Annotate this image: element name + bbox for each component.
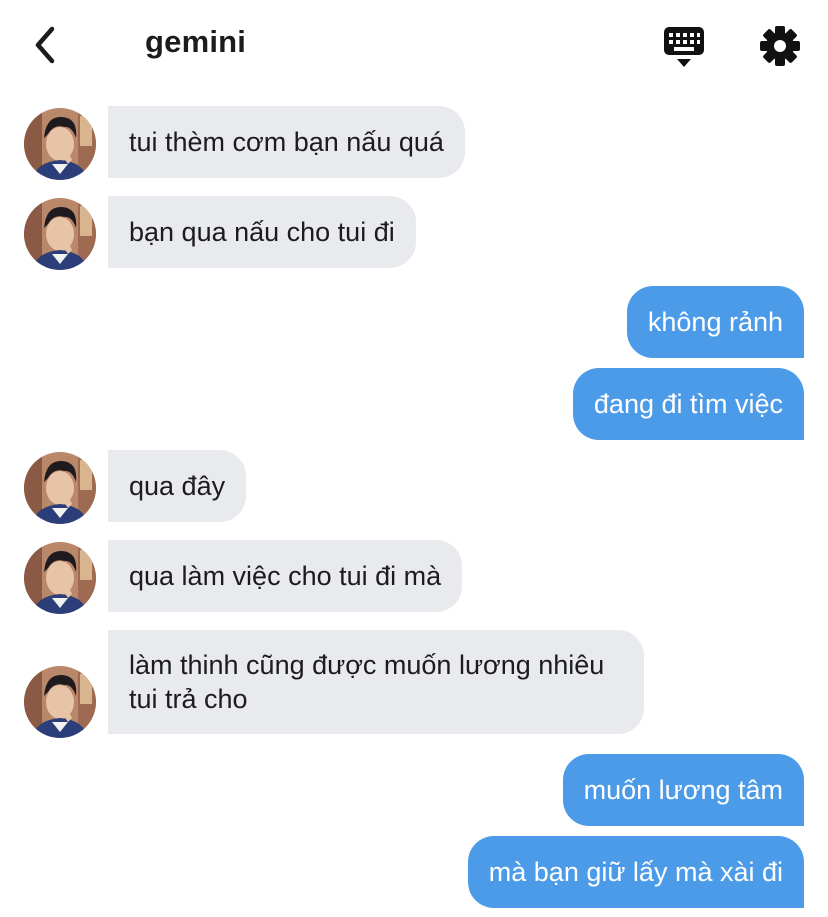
back-button[interactable] [22, 20, 68, 70]
message-bubble-outgoing[interactable]: muốn lương tâm [562, 754, 804, 826]
keyboard-icon [664, 27, 704, 67]
message-bubble-incoming[interactable]: qua làm việc cho tui đi mà [108, 540, 463, 612]
avatar[interactable] [24, 666, 96, 738]
avatar-image [24, 108, 96, 180]
message-bubble-incoming[interactable]: tui thèm cơm bạn nấu quá [108, 106, 465, 178]
message-bubble-incoming[interactable]: bạn qua nấu cho tui đi [108, 196, 416, 268]
message-bubble-incoming[interactable]: qua đây [108, 450, 247, 522]
avatar[interactable] [24, 108, 96, 180]
chat-title: gemini [145, 24, 247, 59]
gear-icon [760, 26, 800, 66]
avatar[interactable] [24, 542, 96, 614]
avatar[interactable] [24, 198, 96, 270]
message-bubble-outgoing[interactable]: không rảnh [626, 286, 804, 358]
chat-header: gemini [0, 0, 828, 92]
keyboard-button[interactable] [660, 24, 708, 70]
avatar-image [24, 452, 96, 524]
avatar[interactable] [24, 452, 96, 524]
avatar-image [24, 542, 96, 614]
message-bubble-incoming[interactable]: làm thinh cũng được muốn lương nhiêu tui… [108, 630, 644, 734]
message-bubble-outgoing[interactable]: đang đi tìm việc [572, 368, 804, 440]
message-bubble-outgoing[interactable]: mà bạn giữ lấy mà xài đi [467, 836, 804, 908]
avatar-image [24, 198, 96, 270]
chevron-left-icon [35, 26, 55, 64]
settings-button[interactable] [756, 22, 804, 70]
avatar-image [24, 666, 96, 738]
